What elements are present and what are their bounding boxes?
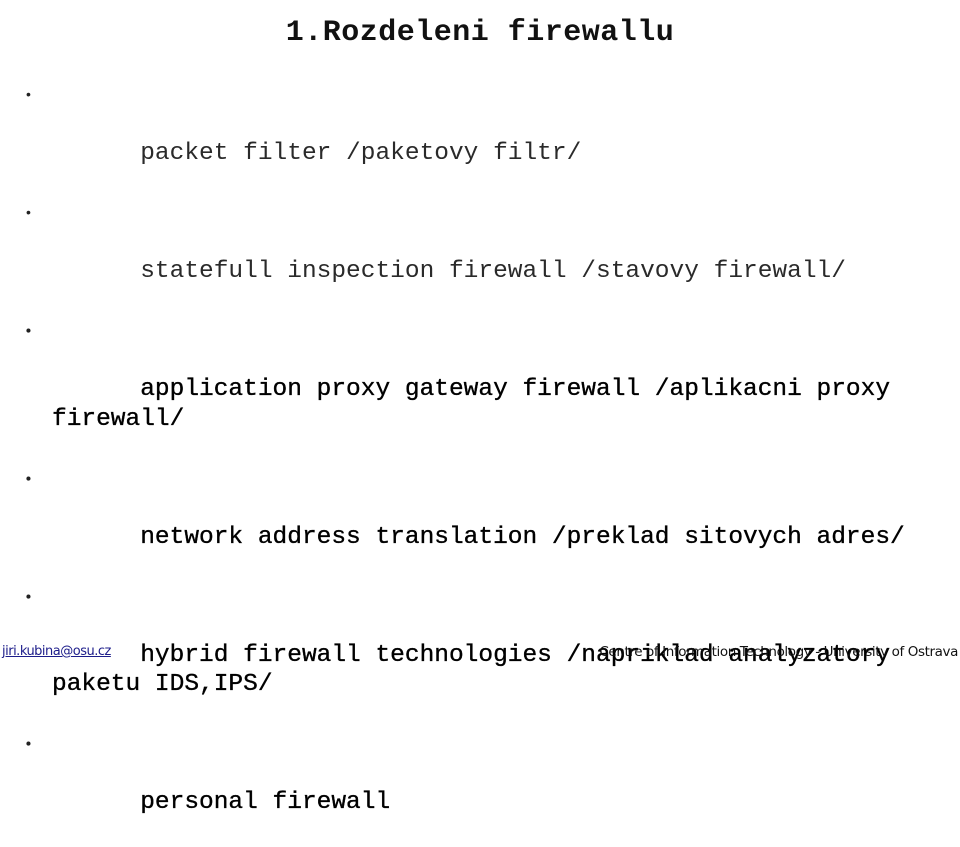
- bullet-icon: •: [26, 204, 31, 220]
- list-item: • network address translation /preklad s…: [0, 464, 932, 582]
- list-item-text: statefull inspection firewall /stavovy f…: [140, 258, 846, 285]
- slide-title: 1.Rozdeleni firewallu: [285, 16, 675, 51]
- list-item-text: personal firewall: [140, 789, 391, 816]
- footer-email-link[interactable]: jiri.kubina@osu.cz: [2, 644, 111, 659]
- list-item: • packet filter /paketovy filtr/: [0, 80, 932, 198]
- list-item: • personal firewall: [0, 729, 932, 847]
- list-item: • application proxy gateway firewall /ap…: [0, 316, 932, 464]
- list-item-text: network address translation /preklad sit…: [140, 523, 905, 551]
- footer-organization: Centre of Information Technology - Unive…: [599, 644, 958, 660]
- bullet-icon: •: [26, 587, 31, 604]
- bullet-icon: •: [26, 322, 31, 338]
- bullet-icon: •: [26, 86, 31, 102]
- bullet-list: • packet filter /paketovy filtr/ • state…: [0, 80, 932, 847]
- list-item-text: application proxy gateway firewall /apli…: [52, 376, 905, 433]
- bullet-icon: •: [26, 735, 31, 751]
- bullet-icon: •: [26, 469, 31, 486]
- list-item-text: packet filter /paketovy filtr/: [140, 140, 582, 167]
- list-item: • statefull inspection firewall /stavovy…: [0, 198, 932, 316]
